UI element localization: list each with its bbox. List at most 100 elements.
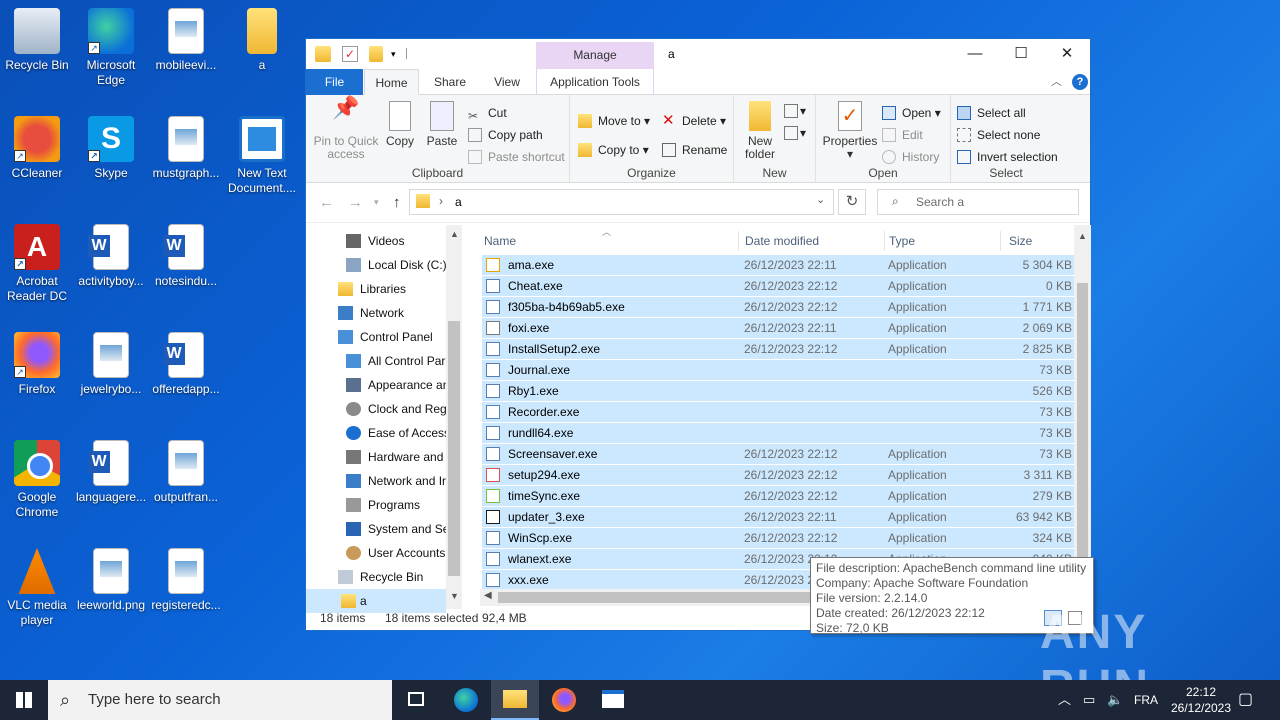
new-folder-button[interactable]: New folder [738, 99, 782, 161]
address-bar[interactable]: › a ⌄ [409, 189, 834, 215]
easy-access-button[interactable]: ▾ [784, 123, 806, 143]
nav-scrollbar[interactable]: ▲ ▼ [446, 225, 462, 609]
desktop-icon-recycle-bin[interactable]: Recycle Bin [1, 8, 73, 73]
notifications-icon[interactable]: ▢ [1238, 680, 1253, 720]
nav-item-appearance[interactable]: Appearance an [346, 373, 446, 397]
tab-application-tools[interactable]: Application Tools [536, 69, 654, 95]
desktop-icon-folder-a[interactable]: a [226, 8, 298, 73]
nav-item-programs[interactable]: Programs [346, 493, 446, 517]
nav-item-ease-of-access[interactable]: Ease of Access [346, 421, 446, 445]
column-header-date[interactable]: Date modified [745, 231, 885, 251]
collapse-ribbon-icon[interactable]: ︿ [1051, 73, 1062, 89]
desktop-icon-file[interactable]: outputfran... [150, 440, 222, 505]
desktop-icon-vlc[interactable]: VLC media player [1, 548, 73, 628]
show-hidden-icons[interactable]: ︿ [1058, 680, 1071, 720]
table-row[interactable]: InstallSetup2.exe 26/12/2023 22:12 Applica… [482, 339, 1074, 359]
volume-icon[interactable]: 🔈 [1107, 680, 1123, 720]
tab-share[interactable]: Share [423, 69, 477, 95]
task-view-button[interactable] [392, 680, 440, 720]
customize-quick-access-icon[interactable]: ▾ [391, 46, 407, 62]
clock[interactable]: 22:12 26/12/2023 [1164, 680, 1238, 720]
taskbar-edge[interactable] [442, 680, 490, 720]
tab-manage[interactable]: Manage [536, 42, 654, 69]
nav-item-user-accounts[interactable]: User Accounts [346, 541, 446, 565]
desktop-icon-text-document[interactable]: New Text Document.... [226, 116, 298, 196]
column-header-type[interactable]: Type [889, 231, 1001, 251]
desktop-icon-skype[interactable]: S ↗ Skype [75, 116, 147, 181]
nav-item-local-disk[interactable]: Local Disk (C:) [346, 253, 486, 277]
table-row[interactable]: Journal.exe 73 KB [482, 360, 1074, 380]
breadcrumb[interactable]: a [455, 195, 462, 209]
rename-button[interactable]: Rename [662, 140, 727, 160]
file-list-scrollbar-thumb[interactable] [1077, 283, 1088, 583]
help-icon[interactable]: ? [1072, 74, 1088, 90]
table-row[interactable]: updater_3.exe 26/12/2023 22:11 Application… [482, 507, 1074, 527]
table-row[interactable]: Cheat.exe 26/12/2023 22:12 Application 0 KB [482, 276, 1074, 296]
nav-item-system-security[interactable]: System and Se [346, 517, 446, 541]
cut-button[interactable]: ✂ Cut [468, 103, 507, 123]
copy-to-button[interactable]: Copy to ▾ [578, 140, 649, 160]
file-list-scrollbar[interactable]: ▲ ▼ [1074, 225, 1091, 587]
copy-button[interactable]: Copy [382, 99, 418, 148]
invert-selection-button[interactable]: Invert selection [957, 147, 1058, 167]
taskbar-search-input[interactable]: ⌕ Type here to search [48, 680, 392, 720]
history-button[interactable]: History [882, 147, 939, 167]
table-row[interactable]: Rby1.exe 526 KB [482, 381, 1074, 401]
nav-item-clock-region[interactable]: Clock and Regi [346, 397, 446, 421]
up-icon[interactable]: ↑ [393, 194, 401, 211]
paste-shortcut-button[interactable]: Paste shortcut [468, 147, 565, 167]
desktop-icon-word-doc[interactable]: languagere... [75, 440, 147, 505]
minimize-button[interactable]: — [952, 39, 998, 69]
maximize-button[interactable]: ☐ [998, 39, 1044, 69]
desktop-icon-file[interactable]: registeredc... [150, 548, 222, 613]
chevron-down-icon[interactable]: ⌄ [816, 193, 825, 206]
table-row[interactable]: WinScp.exe 26/12/2023 22:12 Application 324… [482, 528, 1074, 548]
desktop-icon-word-doc[interactable]: offeredapp... [150, 332, 222, 397]
network-icon[interactable]: ▭ [1083, 680, 1095, 720]
paste-button[interactable]: Paste [424, 99, 460, 148]
back-icon[interactable]: ← [319, 194, 334, 211]
desktop-icon-file[interactable]: jewelrybo... [75, 332, 147, 397]
desktop-icon-file[interactable]: leeworld.png [75, 548, 147, 613]
desktop-icon-chrome[interactable]: Google Chrome [1, 440, 73, 520]
start-button[interactable] [0, 680, 48, 720]
table-row[interactable]: timeSync.exe 26/12/2023 22:12 Application 2… [482, 486, 1074, 506]
nav-item-videos[interactable]: Videos [346, 229, 486, 253]
desktop-icon-firefox[interactable]: ↗ Firefox [1, 332, 73, 397]
desktop-icon-file[interactable]: mustgraph... [150, 116, 222, 181]
refresh-button[interactable]: ↻ [838, 189, 866, 215]
recent-locations-icon[interactable]: ▾ [374, 197, 379, 208]
desktop-icon-word-doc[interactable]: notesindu... [150, 224, 222, 289]
edit-button[interactable]: Edit [882, 125, 923, 145]
search-input[interactable]: ⌕ Search a [877, 189, 1079, 215]
nav-scrollbar-thumb[interactable] [448, 321, 460, 576]
tab-view[interactable]: View [480, 69, 534, 95]
desktop-icon-edge[interactable]: ↗ Microsoft Edge [75, 8, 147, 88]
column-header-name[interactable]: Name [484, 231, 739, 251]
open-button[interactable]: Open ▾ [882, 103, 941, 123]
desktop-icon-ccleaner[interactable]: ↗ CCleaner [1, 116, 73, 181]
pin-quick-access-button[interactable]: 📌 Pin to Quick access [312, 97, 380, 161]
copy-path-button[interactable]: Copy path [468, 125, 543, 145]
table-row[interactable]: f305ba-b4b69ab5.exe 26/12/2023 22:12 Appli… [482, 297, 1074, 317]
nav-item-hardware[interactable]: Hardware and [346, 445, 446, 469]
desktop-icon-file[interactable]: mobileevi... [150, 8, 222, 73]
new-folder-quick-access-icon[interactable] [369, 46, 383, 62]
nav-item-all-control-panel[interactable]: All Control Par [346, 349, 446, 373]
move-to-button[interactable]: Move to ▾ [578, 111, 650, 131]
nav-item-network-internet[interactable]: Network and Ir [346, 469, 446, 493]
desktop-icon-word-doc[interactable]: activityboy... [75, 224, 147, 289]
select-none-button[interactable]: Select none [957, 125, 1040, 145]
delete-button[interactable]: ✕ Delete ▾ [662, 111, 726, 131]
language-indicator[interactable]: FRA [1134, 680, 1158, 720]
new-item-button[interactable]: ▾ [784, 101, 806, 121]
desktop-icon-acrobat[interactable]: A ↗ Acrobat Reader DC [1, 224, 73, 304]
properties-button[interactable]: ✓ Properties ▾ [820, 99, 880, 161]
table-row[interactable]: foxi.exe 26/12/2023 22:11 Application 2 069… [482, 318, 1074, 338]
taskbar-app[interactable] [589, 680, 637, 720]
column-header-size[interactable]: Size [1009, 231, 1069, 251]
table-row[interactable]: Recorder.exe 73 KB [482, 402, 1074, 422]
tab-home[interactable]: Home [364, 69, 419, 95]
taskbar-file-explorer[interactable] [491, 680, 539, 720]
table-row[interactable]: setup294.exe 26/12/2023 22:12 Application 3… [482, 465, 1074, 485]
